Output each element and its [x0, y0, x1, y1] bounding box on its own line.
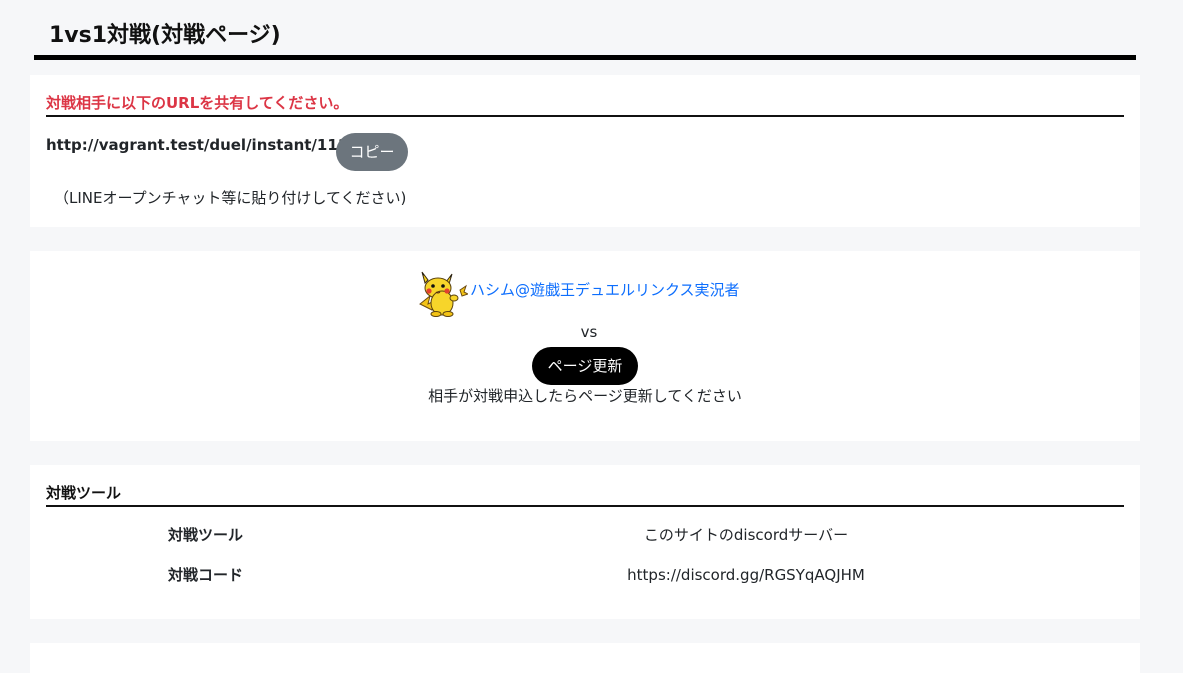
tool-row-label: 対戦コード [168, 566, 244, 584]
share-url-card: 対戦相手に以下のURLを共有してください。 http://vagrant.tes… [30, 75, 1140, 227]
battle-tools-card: 対戦ツール 対戦ツール このサイトのdiscordサーバー 対戦コード http… [30, 465, 1140, 619]
waiting-message: 相手が対戦申込したらページ更新してください [428, 387, 742, 405]
player-name-link[interactable]: ハシム@遊戯王デュエルリンクス実況者 [470, 279, 740, 301]
share-heading: 対戦相手に以下のURLを共有してください。 [46, 93, 1124, 117]
page-refresh-button[interactable]: ページ更新 [532, 347, 638, 385]
pikachu-avatar-icon [416, 268, 470, 318]
page-title: 1vs1対戦(対戦ページ) [49, 23, 281, 48]
vs-label: vs [580, 323, 598, 341]
tool-row: 対戦ツール このサイトのdiscordサーバー [30, 523, 1140, 547]
tools-heading: 対戦ツール [46, 483, 1124, 507]
tool-row-value: https://discord.gg/RGSYqAQJHM [627, 566, 865, 584]
tool-row-value: このサイトのdiscordサーバー [643, 526, 849, 544]
copy-button[interactable]: コピー [336, 133, 408, 171]
share-note: （LINEオープンチャット等に貼り付けしてください) [54, 189, 407, 207]
match-card: ハシム@遊戯王デュエルリンクス実況者 vs ページ更新 相手が対戦申込したらペー… [30, 251, 1140, 441]
tool-row-label: 対戦ツール [168, 526, 244, 544]
next-card [30, 643, 1140, 673]
share-url-text: http://vagrant.test/duel/instant/111 [46, 136, 349, 154]
page-header: 1vs1対戦(対戦ページ) [34, 0, 1136, 60]
tool-row: 対戦コード https://discord.gg/RGSYqAQJHM [30, 563, 1140, 587]
